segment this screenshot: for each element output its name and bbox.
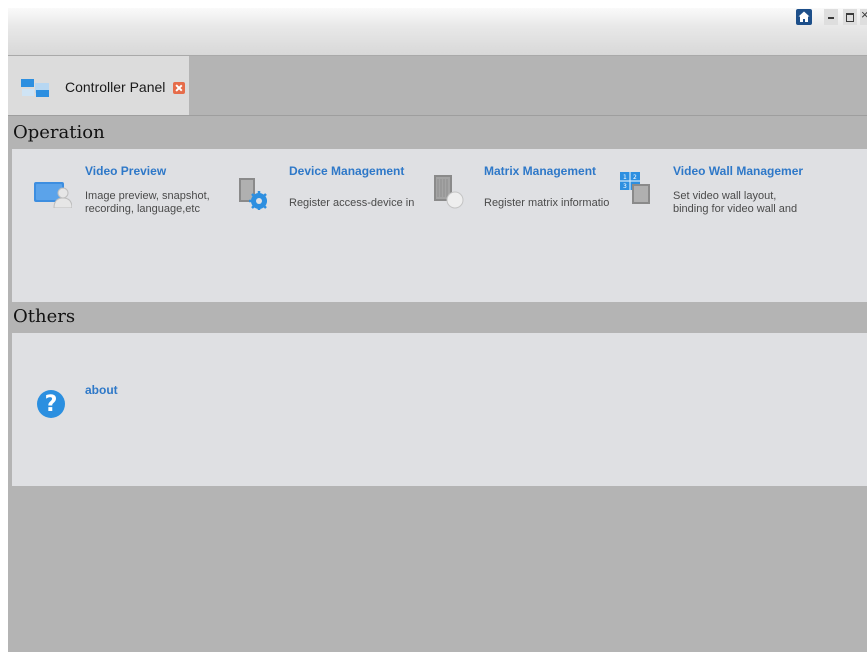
about-card[interactable]: ? about	[34, 381, 144, 431]
matrix-management-title[interactable]: Matrix Management	[484, 164, 596, 178]
close-icon[interactable]	[860, 8, 867, 25]
video-wall-icon: 1 2 3	[620, 172, 650, 204]
svg-text:?: ?	[45, 392, 58, 417]
matrix-management-desc: Register matrix informatio	[484, 197, 610, 209]
svg-text:3: 3	[623, 183, 627, 190]
video-preview-icon	[34, 182, 72, 208]
tab-strip: Controller Panel	[8, 56, 867, 116]
video-wall-card[interactable]: 1 2 3 Video Wall Managemer Set video wal…	[620, 163, 867, 233]
tab-controller-panel[interactable]: Controller Panel	[8, 56, 189, 115]
video-preview-title[interactable]: Video Preview	[85, 164, 166, 178]
video-preview-card[interactable]: Video Preview Image preview, snapshot, r…	[34, 163, 214, 233]
device-management-icon	[239, 178, 267, 210]
matrix-management-icon	[434, 175, 464, 209]
video-preview-desc-line2: recording, language,etc	[85, 203, 200, 215]
operation-panel: Video Preview Image preview, snapshot, r…	[12, 149, 867, 302]
svg-text:2: 2	[633, 174, 637, 181]
others-panel: ? about	[12, 333, 867, 486]
help-icon: ?	[37, 390, 65, 418]
section-title-operation: Operation	[13, 122, 105, 143]
title-bar	[8, 8, 867, 56]
maximize-icon[interactable]	[843, 9, 857, 25]
matrix-management-card[interactable]: Matrix Management Register matrix inform…	[425, 163, 609, 233]
video-wall-title[interactable]: Video Wall Managemer	[673, 164, 805, 178]
home-icon[interactable]	[796, 9, 812, 25]
device-management-card[interactable]: Device Management Register access-device…	[230, 163, 414, 233]
video-wall-desc-line1: Set video wall layout,	[673, 190, 777, 202]
controller-panel-window: Controller Panel Operation Video Preview…	[8, 8, 867, 652]
device-management-title[interactable]: Device Management	[289, 164, 404, 178]
section-title-others: Others	[13, 306, 76, 327]
device-management-desc: Register access-device in	[289, 197, 415, 209]
video-wall-desc-line2: binding for video wall and ’	[673, 203, 797, 215]
about-title[interactable]: about	[85, 383, 118, 397]
svg-text:1: 1	[623, 174, 627, 181]
controller-panel-icon	[21, 79, 49, 97]
tab-close-icon[interactable]	[173, 82, 185, 94]
tab-label: Controller Panel	[65, 79, 166, 95]
video-preview-desc-line1: Image preview, snapshot,	[85, 190, 210, 202]
minimize-icon[interactable]	[824, 9, 838, 25]
